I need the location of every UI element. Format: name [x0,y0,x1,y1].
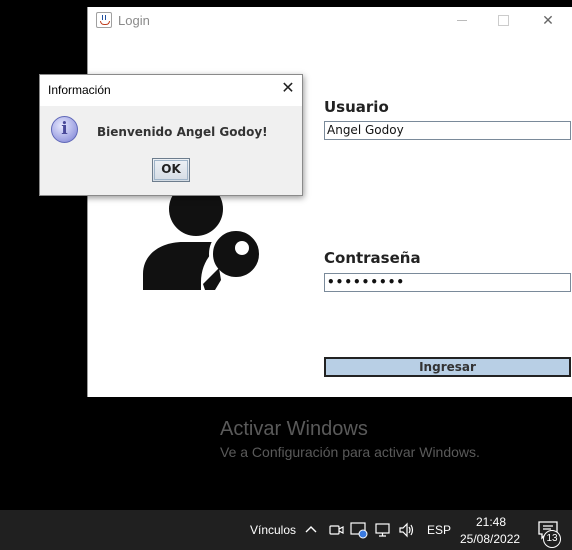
java-icon [96,12,112,28]
info-icon: i [51,116,78,143]
login-button[interactable]: Ingresar [324,357,571,377]
meet-now-icon[interactable] [327,521,345,539]
info-dialog: Información ✕ i Bienvenido Angel Godoy! … [39,74,303,196]
ok-button[interactable]: OK [152,158,190,182]
security-icon[interactable] [350,521,368,539]
password-input[interactable]: ••••••••• [324,273,571,292]
user-key-icon [143,182,263,290]
dialog-title: Información [48,83,111,97]
links-toolbar[interactable]: Vínculos [250,523,296,537]
user-input[interactable]: Angel Godoy [324,121,571,140]
user-label: Usuario [324,98,389,116]
dialog-message: Bienvenido Angel Godoy! [97,125,268,139]
login-window: Login ✕ Usuario Angel Godoy Contraseña •… [87,7,572,397]
activation-watermark-title: Activar Windows [220,418,368,440]
window-title: Login [118,13,150,28]
close-icon[interactable]: ✕ [528,10,568,30]
maximize-icon[interactable] [484,10,524,30]
chevron-up-icon[interactable] [303,521,319,537]
activation-watermark-subtitle: Ve a Configuración para activar Windows. [220,444,480,460]
dialog-close-icon[interactable]: ✕ [278,79,298,99]
clock-time[interactable]: 21:48 [476,515,506,529]
volume-icon[interactable] [398,521,416,539]
login-titlebar[interactable]: Login ✕ [88,7,572,33]
clock-date[interactable]: 25/08/2022 [460,532,520,546]
minimize-icon[interactable] [443,10,483,30]
language-indicator[interactable]: ESP [427,523,451,537]
password-label: Contraseña [324,249,421,267]
notification-count-badge: 13 [543,530,561,548]
taskbar: Vínculos ESP 21:48 25/08/2022 13 [0,510,572,550]
dialog-titlebar[interactable]: Información ✕ [40,75,302,106]
network-icon[interactable] [374,521,392,539]
